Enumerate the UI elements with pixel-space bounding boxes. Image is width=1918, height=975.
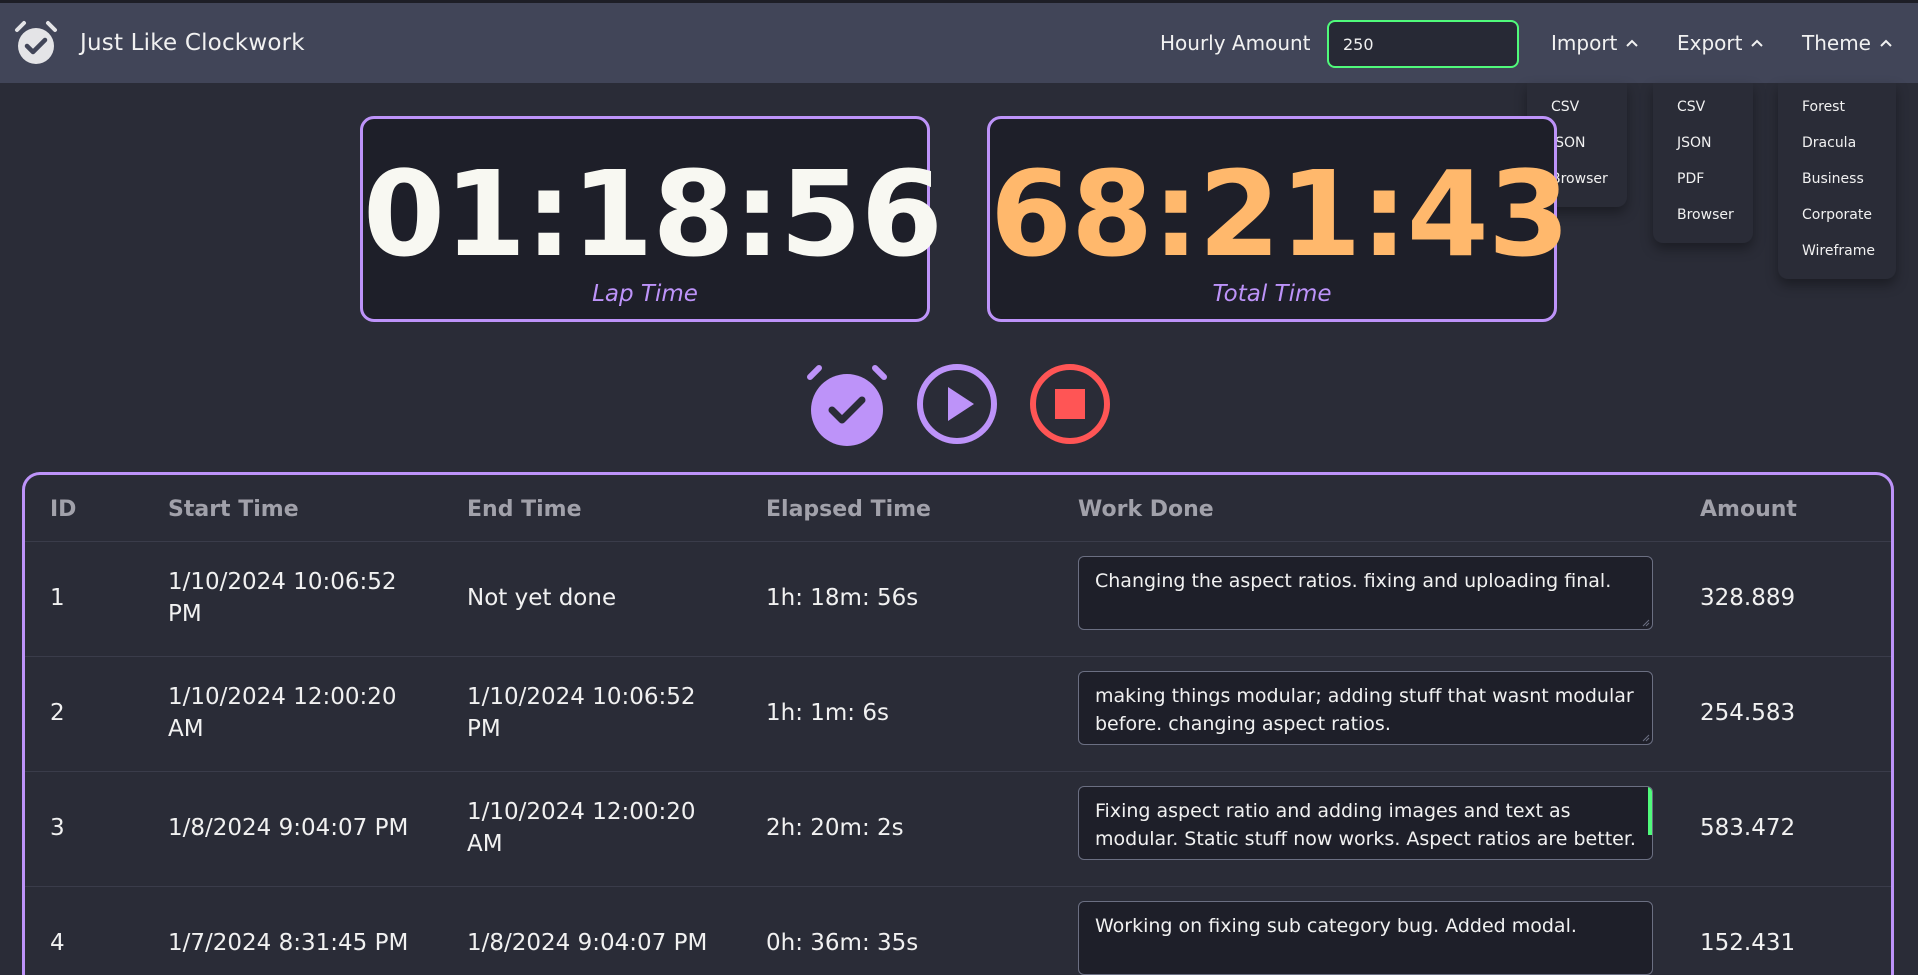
export-json-item[interactable]: JSON — [1653, 125, 1753, 161]
column-header-amount: Amount — [1700, 497, 1797, 522]
row-amount: 328.889 — [1700, 585, 1796, 611]
work-done-text: Working on fixing sub category bug. Adde… — [1095, 915, 1577, 937]
theme-corporate-item[interactable]: Corporate — [1778, 197, 1896, 233]
export-csv-item[interactable]: CSV — [1653, 89, 1753, 125]
row-elapsed-time: 1h: 1m: 6s — [766, 700, 889, 726]
table-row: 2 1/10/2024 12:00:20 AM 1/10/2024 10:06:… — [25, 656, 1891, 771]
column-header-work-done: Work Done — [1078, 497, 1214, 522]
row-amount: 583.472 — [1700, 815, 1796, 841]
textarea-scrollbar[interactable] — [1648, 787, 1652, 835]
table-row: 1 1/10/2024 10:06:52 PM Not yet done 1h:… — [25, 541, 1891, 656]
row-start-time-line1: 1/10/2024 10:06:52 — [168, 569, 397, 595]
chevron-up-icon — [1880, 39, 1892, 47]
row-end-time-line2: AM — [467, 831, 503, 857]
row-start-time: 1/7/2024 8:31:45 PM — [168, 930, 409, 956]
row-end-time-line1: 1/10/2024 12:00:20 — [467, 799, 696, 825]
row-id: 1 — [50, 585, 65, 611]
theme-menu-label: Theme — [1802, 31, 1871, 55]
lap-time-value: 01:18:56 — [363, 145, 943, 283]
work-done-textarea[interactable]: Fixing aspect ratio and adding images an… — [1078, 786, 1653, 860]
theme-menu-button[interactable]: Theme — [1802, 31, 1893, 55]
column-header-start-time: Start Time — [168, 497, 299, 522]
alarm-check-icon[interactable] — [805, 362, 893, 448]
export-menu-button[interactable]: Export — [1677, 31, 1764, 55]
chevron-up-icon — [1626, 39, 1639, 47]
hourly-amount-label: Hourly Amount — [1160, 31, 1311, 55]
row-elapsed-time: 0h: 36m: 35s — [766, 930, 919, 956]
resize-grip-icon[interactable] — [1642, 619, 1650, 627]
total-time-value: 68:21:43 — [990, 145, 1570, 283]
theme-dropdown: Forest Dracula Business Corporate Wirefr… — [1778, 83, 1896, 279]
row-amount: 254.583 — [1700, 700, 1796, 726]
hourly-amount-input[interactable] — [1327, 20, 1519, 68]
row-end-time: 1/8/2024 9:04:07 PM — [467, 930, 708, 956]
row-end-time: 1/10/2024 12:00:20 AM — [467, 796, 696, 860]
play-icon[interactable] — [916, 363, 998, 445]
row-start-time: 1/10/2024 12:00:20 AM — [168, 681, 397, 745]
row-start-time-line2: PM — [168, 601, 202, 627]
work-done-textarea[interactable]: making things modular; adding stuff that… — [1078, 671, 1653, 745]
theme-business-item[interactable]: Business — [1778, 161, 1896, 197]
total-time-label: Total Time — [1212, 281, 1332, 307]
row-end-time: Not yet done — [467, 585, 617, 611]
work-done-text: Fixing aspect ratio and adding images an… — [1095, 800, 1636, 859]
work-done-textarea[interactable]: Changing the aspect ratios. fixing and u… — [1078, 556, 1653, 630]
work-done-text: making things modular; adding stuff that… — [1095, 685, 1634, 735]
brand[interactable]: Just Like Clockwork — [12, 19, 305, 67]
row-start-time: 1/8/2024 9:04:07 PM — [168, 815, 409, 841]
theme-dracula-item[interactable]: Dracula — [1778, 125, 1896, 161]
work-done-text: Changing the aspect ratios. fixing and u… — [1095, 570, 1612, 592]
row-id: 3 — [50, 815, 65, 841]
row-end-time: 1/10/2024 10:06:52 PM — [467, 681, 696, 745]
app-title: Just Like Clockwork — [80, 30, 305, 56]
column-header-id: ID — [50, 497, 77, 522]
row-end-time-line1: 1/10/2024 10:06:52 — [467, 684, 696, 710]
timer-controls — [805, 362, 1115, 448]
time-entries-table: ID Start Time End Time Elapsed Time Work… — [22, 472, 1894, 975]
row-id: 2 — [50, 700, 65, 726]
alarm-clock-logo-icon — [15, 21, 57, 64]
chevron-up-icon — [1751, 39, 1764, 47]
export-pdf-item[interactable]: PDF — [1653, 161, 1753, 197]
row-id: 4 — [50, 930, 65, 956]
row-start-time-line1: 1/10/2024 12:00:20 — [168, 684, 397, 710]
import-menu-label: Import — [1551, 31, 1618, 55]
row-elapsed-time: 1h: 18m: 56s — [766, 585, 919, 611]
row-start-time: 1/10/2024 10:06:52 PM — [168, 566, 397, 630]
top-navbar: Just Like Clockwork Hourly Amount Import… — [0, 0, 1918, 83]
row-elapsed-time: 2h: 20m: 2s — [766, 815, 904, 841]
export-browser-item[interactable]: Browser — [1653, 197, 1753, 233]
row-amount: 152.431 — [1700, 930, 1796, 956]
lap-time-label: Lap Time — [592, 281, 698, 307]
theme-wireframe-item[interactable]: Wireframe — [1778, 233, 1896, 269]
table-row: 3 1/8/2024 9:04:07 PM 1/10/2024 12:00:20… — [25, 771, 1891, 886]
total-time-card: 68:21:43 Total Time — [987, 116, 1570, 322]
theme-forest-item[interactable]: Forest — [1778, 89, 1896, 125]
column-header-elapsed-time: Elapsed Time — [766, 497, 931, 522]
column-header-end-time: End Time — [467, 497, 582, 522]
lap-time-card: 01:18:56 Lap Time — [360, 116, 943, 322]
row-end-time-line2: PM — [467, 716, 501, 742]
stop-icon[interactable] — [1029, 363, 1111, 445]
import-menu-button[interactable]: Import — [1551, 31, 1639, 55]
work-done-textarea[interactable]: Working on fixing sub category bug. Adde… — [1078, 901, 1653, 975]
row-start-time-line2: AM — [168, 716, 204, 742]
table-row: 4 1/7/2024 8:31:45 PM 1/8/2024 9:04:07 P… — [25, 886, 1891, 975]
export-menu-label: Export — [1677, 31, 1743, 55]
resize-grip-icon[interactable] — [1642, 734, 1650, 742]
export-dropdown: CSV JSON PDF Browser — [1653, 83, 1753, 243]
